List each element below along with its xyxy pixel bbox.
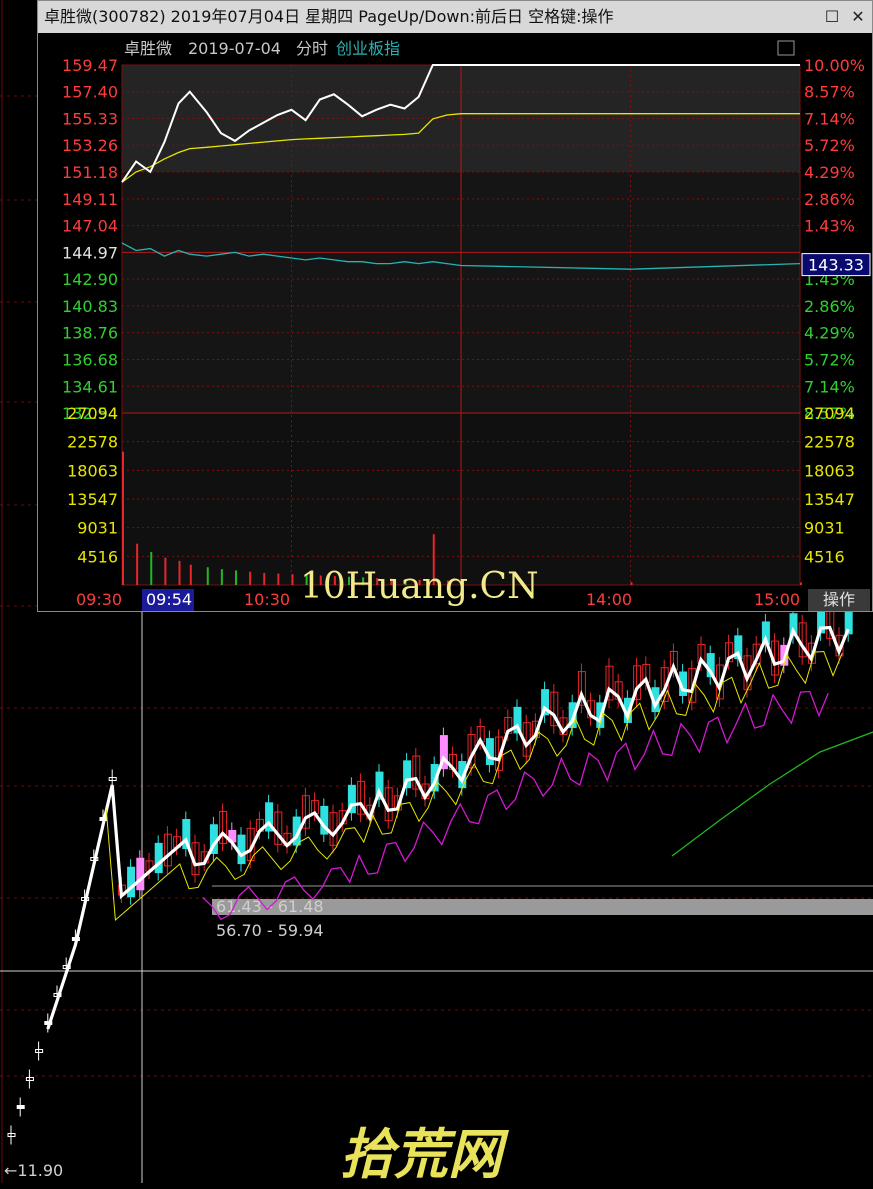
time-tick-label: 10:30 [244,590,290,609]
volume-bar [164,557,167,585]
pct-tick-label: 1.43% [804,217,855,236]
kline-candle [136,857,145,891]
pct-tick-label: 7.14% [804,109,855,128]
window-title: 卓胜微(300782) 2019年07月04日 星期四 PageUp/Down:… [44,7,614,26]
volume-bar [220,569,223,585]
volume-bar [150,551,153,585]
panel-toggle-icon [777,40,795,56]
maximize-icon[interactable]: ☐ [820,1,844,33]
time-tick-label: 09:30 [76,590,122,609]
ma10-line [105,650,843,922]
volume-bar [136,543,139,585]
kline-candle [25,1077,34,1081]
volume-bar [263,572,266,585]
kline-candle [127,866,136,898]
ma60-line [671,731,873,857]
price-tick-label: 140.83 [62,297,118,316]
volume-tick-label: 22578 [67,433,118,452]
time-cursor-label: 09:54 [146,590,192,609]
intraday-timeshare-chart: 卓胜微 2019-07-04 分时 创业板指 159.47 10.00% 157.40 8.5… [62,39,871,611]
intraday-popup-window[interactable]: 卓胜微(300782) 2019年07月04日 星期四 PageUp/Down:… [37,0,873,612]
time-tick-label: 14:00 [586,590,632,609]
volume-tick-label: 27094 [67,404,118,423]
volume-bar [249,571,252,585]
volume-tick-label-right: 4516 [804,547,845,566]
volume-tick-label-right: 13547 [804,490,855,509]
volume-tick-label-right: 9031 [804,519,845,538]
chart-header-mode: 分时 [296,39,328,58]
volume-bar [178,560,181,585]
price-tick-label: 136.68 [62,351,118,370]
price-tick-label: 159.47 [62,56,118,75]
pct-tick-label: 10.00% [804,56,865,75]
volume-bar [800,582,802,585]
volume-tick-label-right: 27094 [804,404,855,423]
price-tick-label: 147.04 [62,217,118,236]
pct-tick-label: 2.86% [804,297,855,316]
pct-tick-label: 5.72% [804,351,855,370]
operate-button[interactable]: 操作 [823,590,855,609]
kline-candle [16,1105,25,1109]
volume-bar [206,567,209,585]
kline-candle [237,834,246,865]
volume-tick-label: 9031 [77,519,118,538]
price-tick-label: 149.11 [62,190,118,209]
volume-bar [122,451,124,585]
time-tick-label: 15:00 [754,590,800,609]
close-icon[interactable]: ✕ [846,1,870,33]
popup-titlebar[interactable]: 卓胜微(300782) 2019年07月04日 星期四 PageUp/Down:… [38,1,872,33]
price-tick-label: 153.26 [62,136,118,155]
site-watermark: 10Huang.CN [300,566,539,607]
price-tick-label: 142.90 [62,270,118,289]
pct-tick-label: 4.29% [804,324,855,343]
price-tick-label: 157.40 [62,83,118,102]
chart-header-date: 2019-07-04 [188,39,281,58]
volume-bar [189,564,192,585]
volume-bar [235,570,237,585]
pct-tick-label: 8.57% [804,83,855,102]
current-price-tag: 143.33 [808,256,864,275]
price-tick-label: 138.76 [62,324,118,343]
volume-bar [291,574,294,585]
price-tick-label: 155.33 [62,109,118,128]
volume-tick-label: 4516 [77,547,118,566]
kline-candle [154,842,163,874]
price-tick-label: 151.18 [62,163,118,182]
pct-tick-label: 4.29% [804,163,855,182]
price-tick-label: 144.97 [62,243,118,262]
chart-header-name: 卓胜微 [124,39,172,58]
volume-tick-label: 18063 [67,461,118,480]
low-price-annotation: ←11.90 [4,1161,63,1180]
chart-header-index: 创业板指 [336,39,400,58]
pct-tick-label: 5.72% [804,136,855,155]
range-annotation-lower: 56.70 - 59.94 [216,921,324,940]
volume-tick-label: 13547 [67,490,118,509]
volume-bar [277,573,280,585]
volume-tick-label-right: 18063 [804,461,855,480]
price-tick-label: 134.61 [62,377,118,396]
pct-tick-label: 7.14% [804,377,855,396]
pct-tick-label: 2.86% [804,190,855,209]
volume-bar [630,582,633,585]
brand-watermark: 拾荒网 [340,1122,502,1186]
volume-tick-label-right: 22578 [804,433,855,452]
